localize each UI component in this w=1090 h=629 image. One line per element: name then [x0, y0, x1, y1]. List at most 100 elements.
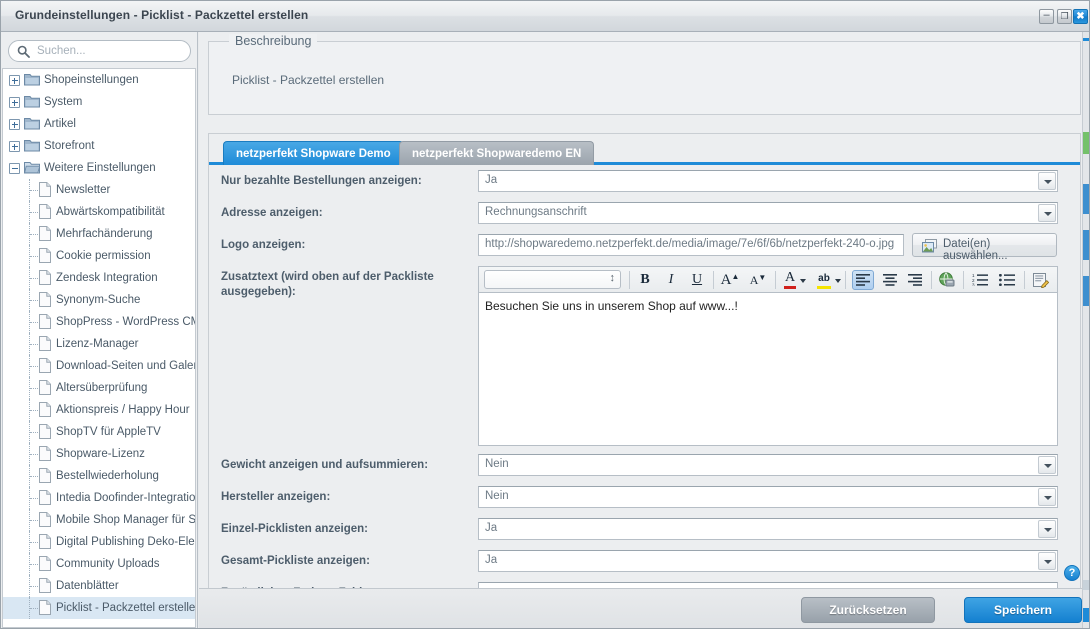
- highlight-color-icon[interactable]: ab: [815, 270, 841, 290]
- chevron-down-icon[interactable]: [1038, 552, 1056, 570]
- tree-item[interactable]: Newsletter: [3, 179, 195, 201]
- select-field[interactable]: Ja: [478, 518, 1058, 540]
- settings-tree[interactable]: Shopeinstellungen System Artikel Storefront…: [2, 68, 196, 628]
- font-family-select[interactable]: [484, 270, 621, 289]
- svg-text:3: 3: [972, 282, 975, 286]
- tree-item-label: Abwärtskompatibilität: [56, 206, 165, 218]
- tree-item[interactable]: Synonym-Suche: [3, 289, 195, 311]
- tree-item[interactable]: Datenblätter: [3, 575, 195, 597]
- tree-item-label: Bestellwiederholung: [56, 470, 159, 482]
- text-color-icon[interactable]: A: [782, 270, 806, 290]
- tree-item[interactable]: Intedia Doofinder-Integration: [3, 487, 195, 509]
- tree-item[interactable]: Picklist - Packzettel erstellen: [3, 597, 195, 619]
- tree-item[interactable]: System: [3, 91, 195, 113]
- tree-item[interactable]: Storefront: [3, 135, 195, 157]
- tree-item[interactable]: Abwärtskompatibilität: [3, 201, 195, 223]
- tab-shop-demo[interactable]: netzperfekt Shopware Demo: [223, 141, 404, 165]
- minimize-button[interactable]: –: [1039, 9, 1054, 24]
- tree-item[interactable]: Cookie permission: [3, 245, 195, 267]
- tree-item[interactable]: Mehrfachänderung: [3, 223, 195, 245]
- tree-item[interactable]: Download-Seiten und Galerie: [3, 355, 195, 377]
- search-box[interactable]: [8, 40, 191, 62]
- bold-icon[interactable]: B: [636, 270, 654, 290]
- text-field[interactable]: http://shopwaredemo.netzperfekt.de/media…: [478, 234, 904, 256]
- maximize-button[interactable]: ❐: [1057, 9, 1072, 24]
- align-center-icon[interactable]: [879, 270, 901, 290]
- select-field[interactable]: Ja: [478, 550, 1058, 572]
- editor-canvas[interactable]: Besuchen Sie uns in unserem Shop auf www…: [478, 292, 1058, 446]
- ordered-list-icon[interactable]: 123: [970, 270, 990, 290]
- tree-item[interactable]: Shopeinstellungen: [3, 69, 195, 91]
- chevron-down-icon[interactable]: [1038, 520, 1056, 538]
- align-left-icon[interactable]: [852, 270, 874, 290]
- tree-connector: [30, 300, 38, 301]
- field-value: Ja: [485, 174, 498, 186]
- font-size-increase-icon[interactable]: A ▲: [720, 270, 740, 290]
- underline-icon[interactable]: U: [688, 270, 706, 290]
- tree-item[interactable]: ShopPress - WordPress CMS-: [3, 311, 195, 333]
- scroll-marker-strip[interactable]: [1082, 32, 1089, 628]
- reset-button[interactable]: Zurücksetzen: [801, 597, 935, 623]
- settings-window: Grundeinstellungen - Picklist - Packzett…: [0, 0, 1090, 629]
- close-button[interactable]: ✖: [1073, 9, 1088, 24]
- tree-item-label: Weitere Einstellungen: [44, 162, 156, 174]
- tree-connector: [30, 388, 38, 389]
- select-field[interactable]: Rechnungsanschrift: [478, 202, 1058, 224]
- scroll-marker: [1083, 608, 1089, 622]
- help-icon[interactable]: ?: [1064, 565, 1080, 581]
- chevron-down-icon[interactable]: [1038, 172, 1056, 190]
- select-field[interactable]: Ja: [478, 170, 1058, 192]
- insert-link-icon[interactable]: [937, 270, 957, 290]
- file-icon: [39, 446, 51, 461]
- editor-toolbar: BIU A▲ A▼ Aab 123: [478, 266, 1058, 292]
- tree-item[interactable]: Zendesk Integration: [3, 267, 195, 289]
- search-input[interactable]: [35, 41, 185, 61]
- align-right-icon[interactable]: [904, 270, 926, 290]
- tree-connector: [30, 586, 38, 587]
- tree-item[interactable]: ShopTV für AppleTV: [3, 421, 195, 443]
- font-size-decrease-icon[interactable]: A ▼: [748, 270, 768, 290]
- chevron-down-icon[interactable]: [1038, 456, 1056, 474]
- save-button[interactable]: Speichern: [964, 597, 1082, 623]
- unordered-list-icon[interactable]: [997, 270, 1017, 290]
- tree-item[interactable]: Mobile Shop Manager für Sho: [3, 509, 195, 531]
- tree-item[interactable]: Artikel: [3, 113, 195, 135]
- scroll-marker: [1083, 38, 1089, 41]
- choose-files-button[interactable]: Datei(en) auswählen...: [912, 233, 1057, 262]
- collapse-icon[interactable]: [9, 163, 20, 174]
- tree-item[interactable]: Weitere Einstellungen: [3, 157, 195, 179]
- tree-item[interactable]: Digital Publishing Deko-Eleme: [3, 531, 195, 553]
- tree-item[interactable]: Lizenz-Manager: [3, 333, 195, 355]
- folder-icon: [24, 161, 41, 174]
- toolbar-separator: [931, 271, 932, 289]
- expand-icon[interactable]: [9, 97, 20, 108]
- editor-content: Besuchen Sie uns in unserem Shop auf www…: [485, 299, 738, 313]
- tree-item[interactable]: Bestellwiederholung: [3, 465, 195, 487]
- tree-item[interactable]: Community Uploads: [3, 553, 195, 575]
- source-code-icon[interactable]: [1031, 270, 1051, 290]
- tree-item[interactable]: Aktionspreis / Happy Hour: [3, 399, 195, 421]
- folder-icon: [24, 139, 40, 152]
- select-field[interactable]: Nein: [478, 486, 1058, 508]
- select-field[interactable]: Nein: [478, 454, 1058, 476]
- tree-item-label: Community Uploads: [56, 558, 160, 570]
- file-icon: [39, 424, 51, 439]
- field-label: Adresse anzeigen:: [221, 207, 323, 219]
- field-label: Gesamt-Pickliste anzeigen:: [221, 555, 370, 567]
- tree-connector: [30, 212, 38, 213]
- chevron-down-icon[interactable]: [1038, 204, 1056, 222]
- tree-connector: [30, 366, 38, 367]
- toolbar-separator: [775, 271, 776, 289]
- expand-icon[interactable]: [9, 75, 20, 86]
- tree-connector: [30, 564, 38, 565]
- rich-text-editor: BIU A▲ A▼ Aab 123 Besuchen Sie uns in unserem…: [478, 266, 1058, 446]
- expand-icon[interactable]: [9, 141, 20, 152]
- description-legend: Beschreibung: [229, 34, 318, 48]
- tab-shop-demo-en[interactable]: netzperfekt Shopwaredemo EN: [399, 141, 595, 165]
- italic-icon[interactable]: I: [662, 270, 680, 290]
- tree-item[interactable]: Shopware-Lizenz: [3, 443, 195, 465]
- window-titlebar: Grundeinstellungen - Picklist - Packzett…: [1, 1, 1089, 32]
- expand-icon[interactable]: [9, 119, 20, 130]
- tree-item[interactable]: Altersüberprüfung: [3, 377, 195, 399]
- chevron-down-icon[interactable]: [1038, 488, 1056, 506]
